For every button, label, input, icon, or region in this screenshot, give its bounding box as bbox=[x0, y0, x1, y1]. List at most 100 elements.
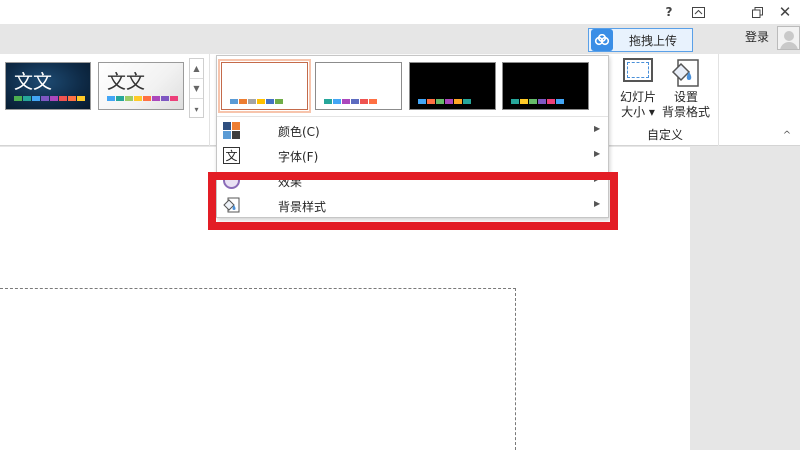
color-swatch bbox=[324, 99, 332, 104]
ribbon-divider bbox=[718, 54, 719, 146]
fonts-icon: 文 bbox=[223, 147, 240, 164]
color-swatch bbox=[257, 99, 265, 104]
color-swatch bbox=[266, 99, 274, 104]
color-swatch bbox=[556, 99, 564, 104]
gallery-more-button[interactable]: ▾ bbox=[190, 99, 203, 119]
submenu-arrow-icon: ▶ bbox=[594, 124, 601, 133]
customize-group-label: 自定义 bbox=[646, 128, 683, 142]
gallery-scroll-down-button[interactable]: ▼ bbox=[190, 79, 203, 99]
variant-swatches bbox=[418, 99, 471, 104]
slide-size-button[interactable]: 幻灯片 大小 ▾ bbox=[614, 90, 662, 120]
colors-icon bbox=[223, 122, 240, 139]
color-swatch bbox=[436, 99, 444, 104]
upload-button-label: 拖拽上传 bbox=[629, 33, 678, 48]
title-bar: ? ✕ bbox=[0, 0, 800, 24]
color-swatch bbox=[50, 96, 58, 101]
slide-placeholder-border bbox=[0, 288, 516, 450]
theme-gallery-scroll: ▲ ▼ ▾ bbox=[189, 58, 204, 118]
theme-swatches bbox=[107, 96, 178, 101]
variant-thumbnail-white-selected[interactable] bbox=[218, 59, 311, 113]
restore-icon bbox=[751, 6, 763, 18]
ribbon-divider bbox=[209, 54, 210, 146]
color-swatch bbox=[239, 99, 247, 104]
avatar-head bbox=[784, 31, 794, 41]
color-swatch bbox=[445, 99, 453, 104]
menu-item-colors[interactable]: 颜色(C) ▶ bbox=[218, 118, 607, 143]
color-swatch bbox=[32, 96, 40, 101]
ribbon-display-options-button[interactable] bbox=[688, 2, 708, 22]
menu-item-label: 颜色(C) bbox=[278, 125, 320, 139]
cloud-icon bbox=[591, 29, 613, 51]
color-swatch bbox=[275, 99, 283, 104]
color-swatch bbox=[511, 99, 519, 104]
ribbon-display-icon bbox=[691, 6, 705, 18]
color-swatch bbox=[520, 99, 528, 104]
help-button[interactable]: ? bbox=[659, 2, 679, 22]
menu-item-fonts[interactable]: 文 字体(F) ▶ bbox=[218, 143, 607, 168]
avatar-body bbox=[780, 42, 798, 49]
color-swatch bbox=[23, 96, 31, 101]
color-swatch bbox=[248, 99, 256, 104]
color-swatch bbox=[125, 96, 133, 101]
format-background-icon[interactable] bbox=[670, 58, 700, 88]
effects-icon bbox=[223, 172, 240, 189]
menu-item-effects[interactable]: 效果 ▶ bbox=[218, 168, 607, 193]
customize-group: 幻灯片 大小 ▾ 设置 背景格式 自定义 bbox=[612, 54, 718, 146]
login-link[interactable]: 登录 bbox=[745, 28, 769, 45]
submenu-arrow-icon: ▶ bbox=[594, 174, 601, 183]
color-swatch bbox=[360, 99, 368, 104]
color-swatch bbox=[14, 96, 22, 101]
background-styles-icon bbox=[223, 197, 240, 213]
color-swatch bbox=[538, 99, 546, 104]
variants-dropdown: 颜色(C) ▶ 文 字体(F) ▶ 效果 ▶ 背景样式 ▶ bbox=[216, 55, 609, 218]
color-swatch bbox=[529, 99, 537, 104]
gallery-scroll-up-button[interactable]: ▲ bbox=[190, 59, 203, 79]
variant-thumbnail-white[interactable] bbox=[315, 62, 402, 110]
variant-thumbnail-black-alt[interactable] bbox=[502, 62, 589, 110]
color-swatch bbox=[369, 99, 377, 104]
color-swatch bbox=[463, 99, 471, 104]
color-swatch bbox=[134, 96, 142, 101]
upload-button[interactable]: 拖拽上传 bbox=[588, 28, 693, 52]
color-swatch bbox=[161, 96, 169, 101]
theme-thumbnail-light[interactable]: 文文 bbox=[98, 62, 184, 110]
color-swatch bbox=[333, 99, 341, 104]
variant-swatches bbox=[324, 99, 377, 104]
close-button[interactable]: ✕ bbox=[775, 2, 795, 22]
color-swatch bbox=[41, 96, 49, 101]
menu-item-background-styles[interactable]: 背景样式 ▶ bbox=[218, 193, 607, 218]
submenu-arrow-icon: ▶ bbox=[594, 199, 601, 208]
color-swatch bbox=[454, 99, 462, 104]
submenu-arrow-icon: ▶ bbox=[594, 149, 601, 158]
collapse-ribbon-button[interactable]: ^ bbox=[780, 130, 794, 142]
variant-swatches bbox=[511, 99, 564, 104]
color-swatch bbox=[107, 96, 115, 101]
theme-swatches bbox=[14, 96, 85, 101]
color-swatch bbox=[116, 96, 124, 101]
format-background-button[interactable]: 设置 背景格式 bbox=[660, 90, 712, 120]
theme-sample-text: 文文 bbox=[107, 71, 146, 93]
dropdown-divider bbox=[217, 116, 608, 117]
color-swatch bbox=[68, 96, 76, 101]
color-swatch bbox=[547, 99, 555, 104]
variant-thumbnail-black[interactable] bbox=[409, 62, 496, 110]
menu-item-label: 效果 bbox=[278, 175, 303, 189]
slide-size-icon[interactable] bbox=[623, 58, 653, 82]
menu-item-label: 字体(F) bbox=[278, 150, 319, 164]
color-swatch bbox=[77, 96, 85, 101]
color-swatch bbox=[230, 99, 238, 104]
color-swatch bbox=[59, 96, 67, 101]
color-swatch bbox=[427, 99, 435, 104]
color-swatch bbox=[418, 99, 426, 104]
variant-swatches bbox=[230, 99, 283, 104]
color-swatch bbox=[351, 99, 359, 104]
color-swatch bbox=[152, 96, 160, 101]
restore-button[interactable] bbox=[747, 2, 767, 22]
theme-sample-text: 文文 bbox=[14, 71, 53, 93]
theme-thumbnail-dark[interactable]: 文文 bbox=[5, 62, 91, 110]
color-swatch bbox=[170, 96, 178, 101]
menu-item-label: 背景样式 bbox=[278, 200, 327, 214]
color-swatch bbox=[143, 96, 151, 101]
avatar[interactable] bbox=[777, 26, 800, 50]
color-swatch bbox=[342, 99, 350, 104]
